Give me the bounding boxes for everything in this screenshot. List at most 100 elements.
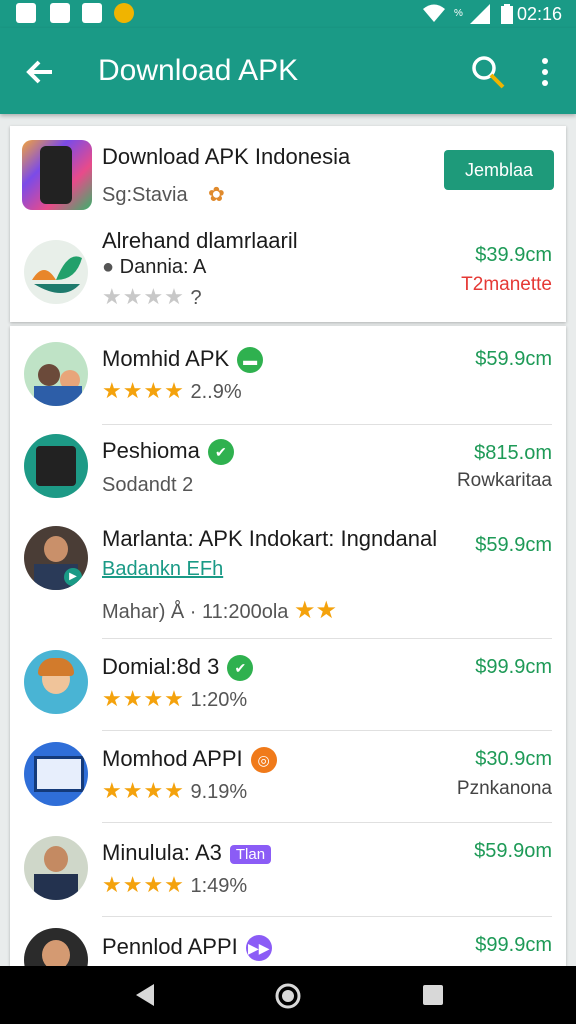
battery-icon <box>501 4 513 24</box>
app-name: Pennlod APPI ▶▶ <box>102 934 272 962</box>
price: $59.9cm <box>475 534 552 556</box>
star-rating-icon: ★★★★ <box>102 872 185 897</box>
rating: ★★★★ 9.19% <box>102 778 247 804</box>
rating-text: 1:20% <box>190 689 248 711</box>
install-button[interactable]: Jemblaa <box>444 150 554 190</box>
secondary-text: Pznkanona <box>456 778 552 799</box>
hair-icon <box>38 658 74 676</box>
app-subtitle: Sg:Stavia <box>102 184 188 206</box>
app-subtitle: Sodandt 2 <box>102 474 193 497</box>
list-item[interactable]: Peshioma ✔ Sodandt 2 $815.om Rowkaritaa <box>10 424 566 516</box>
svg-text:%: % <box>454 8 463 19</box>
avatar <box>24 650 88 714</box>
more-vert-icon[interactable] <box>530 56 560 88</box>
app-bar: Download APK <box>0 28 576 114</box>
app-list: Momhid APK ▬ ★★★★ 2..9% $59.9cm Peshioma ✔… <box>10 326 566 966</box>
status-bar: % 02:16 <box>0 0 576 28</box>
rating-text: 1:49% <box>190 875 248 897</box>
rating-text: 2 <box>182 474 194 496</box>
price: $30.9cm <box>475 748 552 770</box>
rating: ★★★★ 1:20% <box>102 686 247 712</box>
app-subtitle: ● Dannia: A <box>102 256 206 279</box>
list-item[interactable]: Download APK Indonesia Sg:Stavia ✿ Jembl… <box>10 126 566 222</box>
app-icon <box>114 3 134 23</box>
signal-icon: % <box>454 4 490 24</box>
chat-badge-icon: ▬ <box>237 347 264 374</box>
rating: ★★★★ 1:49% <box>102 872 247 898</box>
list-item[interactable]: Domial:8d 3 ✔ ★★★★ 1:20% $99.9cm <box>10 638 566 730</box>
price: $99.9cm <box>475 656 552 678</box>
app-name: Momhod APPI ◎ <box>102 746 277 774</box>
rating-text: 9.19% <box>190 781 248 803</box>
tag-badge: Tlan <box>229 844 272 864</box>
search-icon[interactable] <box>470 54 506 90</box>
back-arrow-icon[interactable] <box>22 54 58 90</box>
person-body <box>34 874 78 900</box>
play-badge-icon: ▶ <box>64 568 82 586</box>
rating-text: ? <box>190 287 202 309</box>
image-icon <box>16 3 36 23</box>
rating-text: 2..9% <box>190 381 242 403</box>
clock: 02:16 <box>516 4 562 24</box>
list-item[interactable]: Alrehand dlamrlaaril ● Dannia: A ★★★★ ? … <box>10 222 566 322</box>
star-rating-icon: ★★★★ <box>102 284 185 309</box>
gallery-icon <box>50 3 70 23</box>
person-icon <box>38 364 60 386</box>
phone-icon <box>36 446 76 486</box>
app-name-text: Minulula: A3 <box>102 840 222 865</box>
forward-badge-icon: ▶▶ <box>245 935 272 962</box>
star-rating-icon: ★★★★ <box>102 378 185 403</box>
app-link[interactable]: Badankn EFh <box>102 558 223 581</box>
person-icon <box>42 940 70 966</box>
list-item[interactable]: Minulula: A3 Tlan ★★★★ 1:49% $59.9om <box>10 822 566 916</box>
featured-card: Download APK Indonesia Sg:Stavia ✿ Jembl… <box>10 126 566 322</box>
app-icon <box>24 240 88 304</box>
app-name: Download APK Indonesia <box>102 144 351 169</box>
fox-icon: ✿ <box>208 184 225 206</box>
leaf-logo-icon <box>32 256 82 293</box>
app-name: Minulula: A3 Tlan <box>102 840 272 866</box>
list-item[interactable]: Momhod APPI ◎ ★★★★ 9.19% $30.9cm Pznkanon… <box>10 730 566 822</box>
app-name-text: Momhid APK <box>102 346 230 371</box>
phone-icon <box>40 146 72 204</box>
app-meta-text: Mahar) Å · 11:200ola <box>102 601 289 623</box>
wifi-icon <box>423 4 445 22</box>
app-name: Domial:8d 3 ✔ <box>102 654 254 682</box>
avatar <box>24 836 88 900</box>
person-icon <box>44 846 68 872</box>
avatar <box>24 928 88 966</box>
record-badge-icon: ◎ <box>250 747 277 774</box>
list-item[interactable]: Pennlod APPI ▶▶ $99.9cm <box>10 916 566 966</box>
app-subtitle-text: Sodandt <box>102 474 177 496</box>
app-icon <box>22 140 92 210</box>
sim-icon <box>82 3 102 23</box>
recents-nav-icon[interactable] <box>422 984 444 1006</box>
star-rating-icon: ★★★★ <box>102 686 185 711</box>
laptop-icon <box>34 756 84 792</box>
app-name: Alrehand dlamrlaaril <box>102 228 298 253</box>
app-name-text: Peshioma <box>102 438 200 463</box>
verified-check-icon: ✔ <box>227 655 254 682</box>
home-nav-icon[interactable] <box>274 982 302 1010</box>
app-name: Peshioma ✔ <box>102 438 234 466</box>
avatar <box>24 342 88 406</box>
star-badge-icon: ★★ <box>293 597 337 624</box>
app-name: Marlanta: APK Indokart: Ingndanal <box>102 526 438 551</box>
secondary-text: T2manette <box>461 274 552 295</box>
page-title: Download APK <box>98 54 299 87</box>
app-name: Momhid APK ▬ <box>102 346 264 374</box>
avatar: ▶ <box>24 526 88 590</box>
avatar <box>24 742 88 806</box>
avatar <box>24 434 88 498</box>
app-subtitle-text: Dannia: A <box>119 256 207 278</box>
price: $59.9om <box>474 840 552 862</box>
list-item[interactable]: Momhid APK ▬ ★★★★ 2..9% $59.9cm <box>10 326 566 424</box>
back-nav-icon[interactable] <box>132 982 158 1008</box>
person-icon <box>44 536 68 562</box>
person-body <box>34 386 82 406</box>
app-name-text: Momhod APPI <box>102 746 243 771</box>
rating: ★★★★ ? <box>102 284 202 310</box>
list-item[interactable]: ▶ Marlanta: APK Indokart: Ingndanal Bada… <box>10 516 566 638</box>
star-rating-icon: ★★★★ <box>102 778 185 803</box>
app-meta: Mahar) Å · 11:200ola ★★ <box>102 596 337 625</box>
